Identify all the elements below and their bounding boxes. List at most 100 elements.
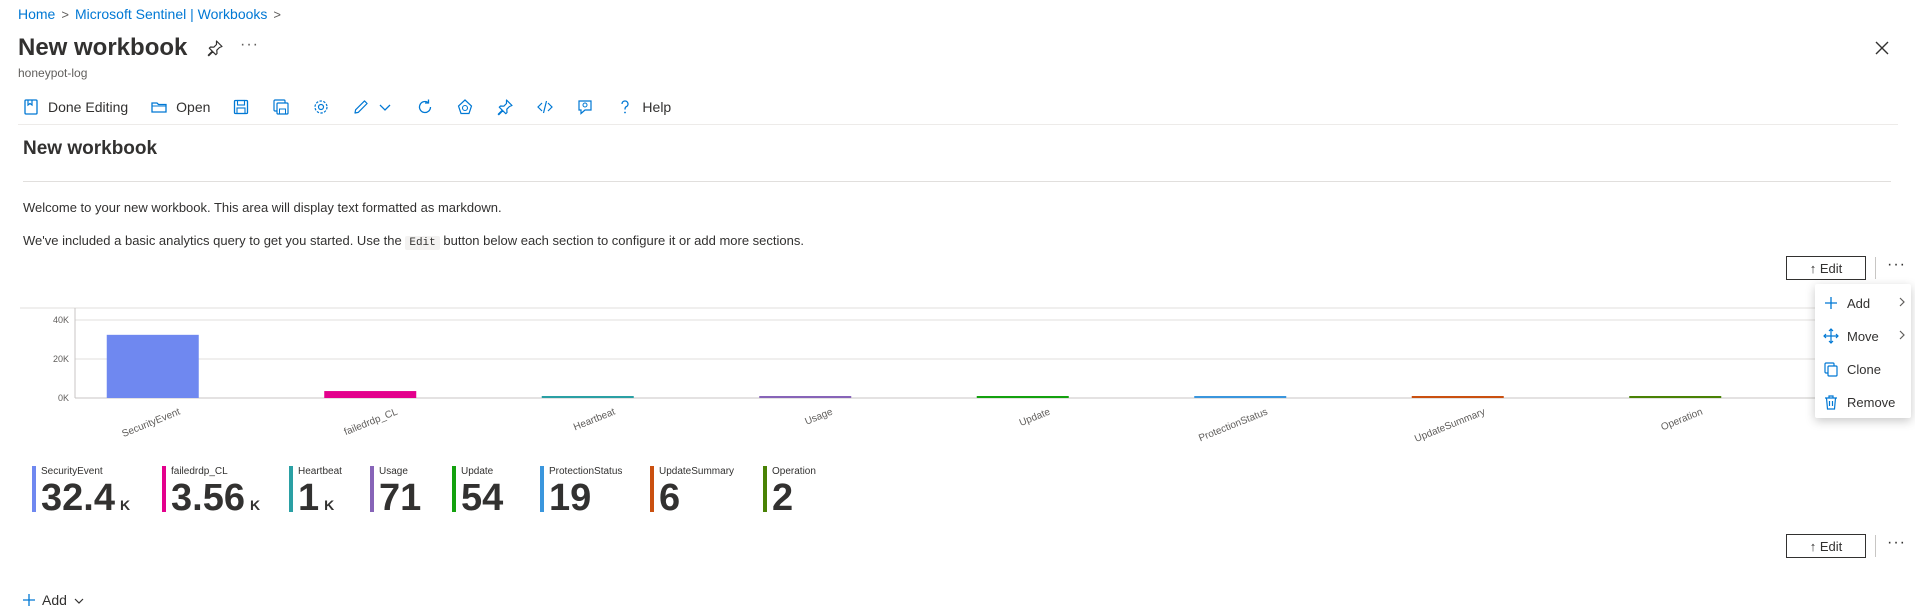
tile-color-bar [540,466,544,512]
breadcrumb: Home > Microsoft Sentinel | Workbooks > [18,6,281,22]
edit-dropdown-button[interactable] [376,98,394,116]
add-label: Add [42,592,67,608]
tile-color-bar [289,466,293,512]
tile-value: 19 [549,478,622,518]
metric-tile[interactable]: UpdateSummary 6 [650,466,734,518]
tile-number: 1 [298,477,320,519]
auto-refresh-button[interactable] [456,98,474,116]
chart-bar-securityevent[interactable] [106,334,199,398]
y-tick-label: 20K [53,354,69,364]
settings-button[interactable] [312,98,330,116]
metric-tile[interactable]: Heartbeat 1 K [289,466,342,518]
section-more-button[interactable]: ··· [1887,534,1906,552]
menu-item-clone[interactable]: Clone [1815,354,1911,384]
refresh-button[interactable] [416,98,434,116]
tile-value: 54 [461,478,503,518]
tile-number: 19 [549,477,592,519]
feedback-button[interactable] [576,98,594,116]
chevron-right-icon [1897,296,1907,310]
y-tick-label: 40K [53,315,69,325]
x-tick-label: UpdateSummary [1413,407,1487,445]
move-icon [1823,328,1839,344]
pencil-icon [352,98,370,116]
tile-value: 2 [772,478,816,518]
tile-unit: K [119,497,131,513]
metric-tile[interactable]: Operation 2 [763,466,816,518]
refresh-icon [416,98,434,116]
plus-icon [1823,295,1839,311]
advanced-editor-button[interactable] [536,98,554,116]
y-tick-label: 0K [58,393,69,403]
markdown-text-part: button below each section to configure i… [443,233,804,248]
section-more-button[interactable]: ··· [1887,256,1906,274]
trash-icon [1823,394,1839,410]
x-tick-label: Usage [803,406,834,427]
tile-number: 32.4 [41,477,115,519]
metric-tile[interactable]: failedrdp_CL 3.56 K [162,466,260,518]
close-icon[interactable] [1872,38,1892,58]
tile-number: 71 [379,477,422,519]
tile-color-bar [370,466,374,512]
tile-color-bar [162,466,166,512]
tile-value: 3.56 K [171,478,260,525]
pin-to-dashboard-button[interactable] [496,98,514,116]
markdown-text: Welcome to your new workbook. This area … [23,200,502,215]
pin-icon [496,98,514,116]
tile-number: 54 [461,477,504,519]
done-editing-button[interactable]: Done Editing [22,98,128,116]
breadcrumb-home-link[interactable]: Home [18,6,55,22]
chart-bar-failedrdp-cl[interactable] [324,391,417,398]
breadcrumb-separator: > [273,6,281,22]
menu-item-label: Add [1847,295,1871,311]
more-options-button[interactable]: ··· [240,36,259,54]
chart-bar-protectionstatus[interactable] [1194,396,1287,398]
save-icon [232,98,250,116]
menu-item-add[interactable]: Add [1815,288,1911,318]
menu-item-label: Clone [1847,361,1881,377]
chevron-down-icon [376,98,394,116]
x-tick-label: failedrdp_CL [343,406,400,438]
chart-bar-operation[interactable] [1629,396,1722,398]
breadcrumb-sentinel-workbooks-link[interactable]: Microsoft Sentinel | Workbooks [75,6,267,22]
divider [1875,535,1876,557]
open-button[interactable]: Open [150,98,210,116]
tile-color-bar [32,466,36,512]
folder-open-icon [150,98,168,116]
tile-number: 6 [659,477,681,519]
edit-section-button[interactable]: ↑ Edit [1786,534,1866,558]
markdown-text: We've included a basic analytics query t… [23,233,804,250]
help-button[interactable]: Help [616,98,671,116]
menu-item-remove[interactable]: Remove [1815,387,1911,417]
toolbar: Done Editing Open Help [22,96,693,118]
markdown-text-part: We've included a basic analytics query t… [23,233,402,248]
context-menu: Add Move Clone Remove [1815,284,1911,418]
page-title: New workbook [18,34,188,61]
x-tick-label: Update [1018,406,1052,428]
chart-bar-updatesummary[interactable] [1411,396,1504,398]
tile-value: 1K [298,478,342,525]
edit-section-button[interactable]: ↑ Edit [1786,256,1866,280]
resource-subtitle: honeypot-log [18,66,88,80]
chart-bar-usage[interactable] [759,396,852,398]
tile-color-bar [452,466,456,512]
tile-color-bar [763,466,767,512]
metric-tile[interactable]: Usage 71 [370,466,421,518]
metric-tile[interactable]: Update 54 [452,466,503,518]
metric-tile[interactable]: SecurityEvent 32.4 K [32,466,130,518]
divider [1875,257,1876,279]
tile-number: 2 [772,477,794,519]
chevron-right-icon [1897,329,1907,343]
chevron-down-icon [73,594,85,606]
menu-item-move[interactable]: Move [1815,321,1911,351]
bar-chart: 0K 20K 40K SecurityEvent failedrdp_CL Heartbe… [20,307,1815,445]
save-as-button[interactable] [272,98,290,116]
chart-bar-heartbeat[interactable] [541,396,634,398]
save-button[interactable] [232,98,250,116]
pin-icon[interactable] [206,39,224,57]
help-label: Help [642,99,672,115]
metric-tile[interactable]: ProtectionStatus 19 [540,466,622,518]
add-section-button[interactable]: Add [22,592,85,608]
edit-button[interactable] [352,98,370,116]
copy-icon [1823,361,1839,377]
chart-bar-update[interactable] [976,396,1069,398]
